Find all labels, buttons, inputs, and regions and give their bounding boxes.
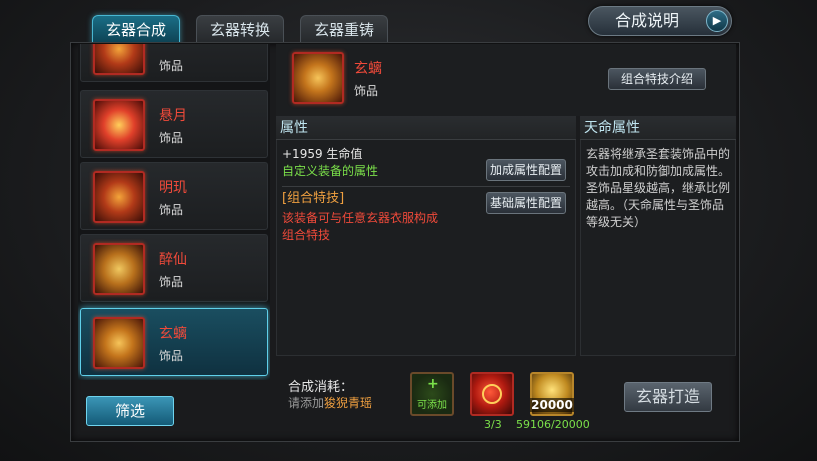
tab-xuanqi-convert[interactable]: 玄器转换	[196, 15, 284, 45]
item-type: 饰品	[159, 349, 184, 363]
list-item-selected[interactable]: 玄螭 饰品	[80, 308, 268, 376]
custom-attribute: 自定义装备的属性	[282, 164, 379, 178]
plus-icon: +	[427, 376, 439, 392]
attributes-heading: 属性	[276, 116, 576, 140]
list-item[interactable]: 饰品	[80, 44, 268, 82]
combo-intro-button[interactable]: 组合特技介绍	[608, 68, 706, 90]
cost-label: 合成消耗：	[288, 380, 354, 395]
item-name: 醉仙	[159, 252, 187, 268]
accessory-icon	[93, 44, 145, 75]
orb-ring-icon	[482, 384, 502, 404]
item-name: 悬月	[159, 108, 187, 124]
item-type: 饰品	[159, 59, 184, 73]
combo-description: 该装备可与任意玄器衣服构成组合特技	[282, 211, 439, 242]
add-material-slot[interactable]: + 可添加	[410, 372, 454, 416]
destiny-text: 玄器将继承圣套装饰品中的攻击加成和防御加成属性。圣饰品星级越高，继承比例越高。（…	[586, 147, 731, 229]
orb-count: 3/3	[484, 418, 502, 431]
item-name: 明玑	[159, 180, 187, 196]
forge-button[interactable]: 玄器打造	[624, 382, 712, 412]
cost-hint-prefix: 请添加	[288, 396, 325, 410]
help-button-label: 合成说明	[615, 11, 680, 30]
synthesis-help-button[interactable]: 合成说明 ▶	[588, 6, 732, 36]
gourd-icon	[93, 243, 145, 295]
dragon-seal-icon	[93, 317, 145, 369]
filter-button[interactable]: 筛选	[86, 396, 174, 426]
selected-item-type: 饰品	[354, 84, 379, 98]
item-name: 玄螭	[159, 326, 187, 342]
tab-xuanqi-synthesis[interactable]: 玄器合成	[92, 15, 180, 45]
selected-item-name: 玄螭	[354, 61, 382, 77]
item-type: 饰品	[159, 275, 184, 289]
can-add-label: 可添加	[417, 400, 447, 411]
gold-count: 59106/20000	[516, 418, 590, 431]
list-item[interactable]: 明玑 饰品	[80, 162, 268, 230]
gourd-ornament-icon	[93, 171, 145, 223]
list-item[interactable]: 醉仙 饰品	[80, 234, 268, 302]
destiny-heading: 天命属性	[580, 116, 736, 140]
tab-xuanqi-recast[interactable]: 玄器重铸	[300, 15, 388, 45]
item-type: 饰品	[159, 203, 184, 217]
item-list[interactable]: 饰品 悬月 饰品 明玑 饰品 醉仙 饰品 玄螭 饰品	[78, 44, 270, 380]
bonus-config-button[interactable]: 加成属性配置	[486, 159, 566, 181]
combo-title: [组合特技]	[282, 191, 345, 206]
dragon-seal-icon	[292, 52, 344, 104]
cost-hint-item: 狻猊青瑶	[324, 396, 373, 410]
gold-amount: 20000	[530, 398, 574, 412]
gold-slot[interactable]: 20000	[530, 372, 574, 416]
list-item[interactable]: 悬月 饰品	[80, 90, 268, 158]
hp-stat: +1959 生命值	[282, 147, 363, 161]
base-config-button[interactable]: 基础属性配置	[486, 192, 566, 214]
lantern-icon	[93, 99, 145, 151]
cost-hint: 请添加狻猊青瑶	[288, 394, 372, 411]
play-arrow-icon: ▶	[706, 10, 728, 32]
divider	[282, 186, 570, 187]
red-orb-slot[interactable]	[470, 372, 514, 416]
item-type: 饰品	[159, 131, 184, 145]
